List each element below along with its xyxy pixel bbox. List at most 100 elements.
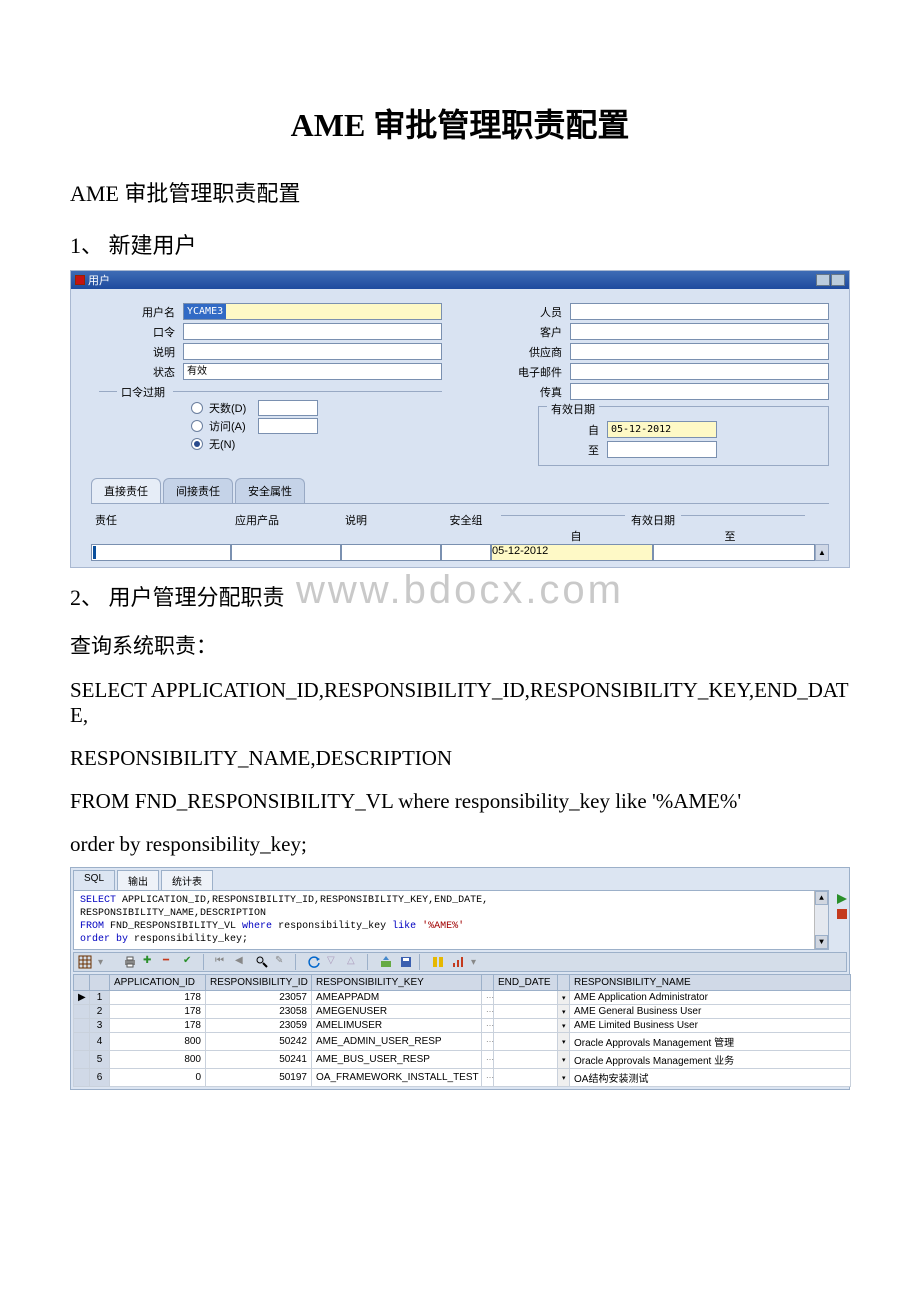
export-icon[interactable] bbox=[379, 955, 393, 969]
result-grid: APPLICATION_ID RESPONSIBILITY_ID RESPONS… bbox=[73, 974, 851, 1087]
table-row[interactable]: 580050241AME_BUS_USER_RESP⋯▾Oracle Appro… bbox=[74, 1051, 851, 1069]
status-label: 状态 bbox=[91, 364, 183, 380]
find-icon[interactable] bbox=[255, 955, 269, 969]
cell-more-icon[interactable]: ⋯ bbox=[482, 1019, 494, 1033]
row-number: 5 bbox=[90, 1051, 110, 1069]
stop-icon[interactable] bbox=[835, 907, 847, 919]
cell-more-icon[interactable]: ⋯ bbox=[482, 1051, 494, 1069]
hdr-resp-name[interactable]: RESPONSIBILITY_NAME bbox=[570, 975, 851, 991]
nav-up-icon[interactable]: △ bbox=[347, 955, 361, 969]
radio-none[interactable]: 无(N) bbox=[191, 436, 442, 452]
tab-indirect[interactable]: 间接责任 bbox=[163, 478, 233, 503]
radio-days[interactable]: 天数(D) bbox=[191, 400, 442, 416]
table-row[interactable]: 480050242AME_ADMIN_USER_RESP⋯▾Oracle App… bbox=[74, 1033, 851, 1051]
scroll-up-icon[interactable]: ▲ bbox=[815, 544, 829, 561]
tab-security[interactable]: 安全属性 bbox=[235, 478, 305, 503]
cell-more-icon[interactable]: ⋯ bbox=[482, 1033, 494, 1051]
sql-code-area[interactable]: SELECT APPLICATION_ID,RESPONSIBILITY_ID,… bbox=[73, 890, 829, 950]
row-cursor bbox=[74, 1005, 90, 1019]
desc-input[interactable] bbox=[183, 343, 442, 360]
cell-end-date bbox=[494, 1019, 558, 1033]
sql-scrollbar[interactable]: ▲▼ bbox=[814, 891, 828, 949]
row-number: 2 bbox=[90, 1005, 110, 1019]
edit-icon[interactable]: ✎ bbox=[275, 955, 289, 969]
eff-from-input[interactable]: 05-12-2012 bbox=[607, 421, 717, 438]
table-row[interactable]: 317823059AMELIMUSER⋯▾AME Limited Busines… bbox=[74, 1019, 851, 1033]
email-input[interactable] bbox=[570, 363, 829, 380]
fax-input[interactable] bbox=[570, 383, 829, 400]
add-icon[interactable]: ✚ bbox=[143, 955, 157, 969]
supplier-input[interactable] bbox=[570, 343, 829, 360]
cols-icon[interactable] bbox=[431, 955, 445, 969]
username-input[interactable]: YCAME3 bbox=[183, 303, 442, 320]
cell-resp-key: AMEAPPADM bbox=[312, 991, 482, 1005]
cell-app-id: 0 bbox=[110, 1069, 206, 1087]
table-row[interactable]: ▶117823057AMEAPPADM⋯▾AME Application Adm… bbox=[74, 991, 851, 1005]
execute-icon[interactable] bbox=[835, 892, 847, 904]
commit-icon[interactable]: ✔ bbox=[183, 955, 197, 969]
refresh-icon[interactable] bbox=[307, 955, 321, 969]
cell-end-date bbox=[494, 1051, 558, 1069]
cell-dropdown-icon[interactable]: ▾ bbox=[558, 1033, 570, 1051]
subtitle: AME 审批管理职责配置 bbox=[70, 176, 850, 208]
hdr-resp-key[interactable]: RESPONSIBILITY_KEY bbox=[312, 975, 482, 991]
cell-more-icon[interactable]: ⋯ bbox=[482, 991, 494, 1005]
sql-tab-output[interactable]: 输出 bbox=[117, 870, 159, 890]
row-number: 1 bbox=[90, 991, 110, 1005]
cell-resp-id: 23057 bbox=[206, 991, 312, 1005]
nav-down-icon[interactable]: ▽ bbox=[327, 955, 341, 969]
password-input[interactable] bbox=[183, 323, 442, 340]
cell-dropdown-icon[interactable]: ▾ bbox=[558, 1069, 570, 1087]
row-cursor: ▶ bbox=[74, 991, 90, 1005]
grid-row-1[interactable]: 05-12-2012 ▲ bbox=[91, 544, 829, 561]
resp-tabs: 直接责任 间接责任 安全属性 bbox=[91, 478, 829, 504]
sql-result-panel: SQL 输出 统计表 SELECT APPLICATION_ID,RESPONS… bbox=[70, 867, 850, 1090]
effective-date-group: 有效日期 自05-12-2012 至 bbox=[538, 406, 829, 466]
prev-icon[interactable]: ◀ bbox=[235, 955, 249, 969]
cell-resp-name: AME Application Administrator bbox=[570, 991, 851, 1005]
cell-resp-key: AMEGENUSER bbox=[312, 1005, 482, 1019]
cell-dropdown-icon[interactable]: ▾ bbox=[558, 1005, 570, 1019]
chart-icon[interactable] bbox=[451, 955, 465, 969]
remove-icon[interactable]: ━ bbox=[163, 955, 177, 969]
sql-line3: FROM FND_RESPONSIBILITY_VL where respons… bbox=[70, 789, 850, 814]
cell-dropdown-icon[interactable]: ▾ bbox=[558, 991, 570, 1005]
password-label: 口令 bbox=[91, 324, 183, 340]
hdr-resp-id[interactable]: RESPONSIBILITY_ID bbox=[206, 975, 312, 991]
hdr-end-date[interactable]: END_DATE bbox=[494, 975, 558, 991]
col-desc: 说明 bbox=[341, 512, 441, 544]
cell-app-id: 178 bbox=[110, 1005, 206, 1019]
row-cursor bbox=[74, 1051, 90, 1069]
maximize-icon[interactable] bbox=[831, 274, 845, 286]
person-input[interactable] bbox=[570, 303, 829, 320]
cell-more-icon[interactable]: ⋯ bbox=[482, 1005, 494, 1019]
cell-resp-id: 50197 bbox=[206, 1069, 312, 1087]
person-label: 人员 bbox=[478, 304, 570, 320]
table-row[interactable]: 6050197OA_FRAMEWORK_INSTALL_TEST⋯▾OA结构安装… bbox=[74, 1069, 851, 1087]
cell-resp-name: Oracle Approvals Management 业务 bbox=[570, 1051, 851, 1069]
sql-line1: SELECT APPLICATION_ID,RESPONSIBILITY_ID,… bbox=[70, 678, 850, 728]
cell-resp-key: AME_BUS_USER_RESP bbox=[312, 1051, 482, 1069]
cell-dropdown-icon[interactable]: ▾ bbox=[558, 1019, 570, 1033]
cell-end-date bbox=[494, 991, 558, 1005]
save-icon[interactable] bbox=[399, 955, 413, 969]
radio-visits[interactable]: 访问(A) bbox=[191, 418, 442, 434]
customer-input[interactable] bbox=[570, 323, 829, 340]
tab-direct[interactable]: 直接责任 bbox=[91, 478, 161, 503]
hdr-app-id[interactable]: APPLICATION_ID bbox=[110, 975, 206, 991]
eff-to-input[interactable] bbox=[607, 441, 717, 458]
sql-tab-sql[interactable]: SQL bbox=[73, 870, 115, 890]
visits-input[interactable] bbox=[258, 418, 318, 434]
status-input[interactable]: 有效 bbox=[183, 363, 442, 380]
table-row[interactable]: 217823058AMEGENUSER⋯▾AME General Busines… bbox=[74, 1005, 851, 1019]
print-icon[interactable] bbox=[123, 955, 137, 969]
days-input[interactable] bbox=[258, 400, 318, 416]
first-icon[interactable]: ⏮ bbox=[215, 955, 229, 969]
cell-resp-id: 50242 bbox=[206, 1033, 312, 1051]
cell-more-icon[interactable]: ⋯ bbox=[482, 1069, 494, 1087]
sql-tab-stats[interactable]: 统计表 bbox=[161, 870, 213, 890]
grid-icon[interactable] bbox=[78, 955, 92, 969]
minimize-icon[interactable] bbox=[816, 274, 830, 286]
email-label: 电子邮件 bbox=[478, 364, 570, 380]
cell-dropdown-icon[interactable]: ▾ bbox=[558, 1051, 570, 1069]
